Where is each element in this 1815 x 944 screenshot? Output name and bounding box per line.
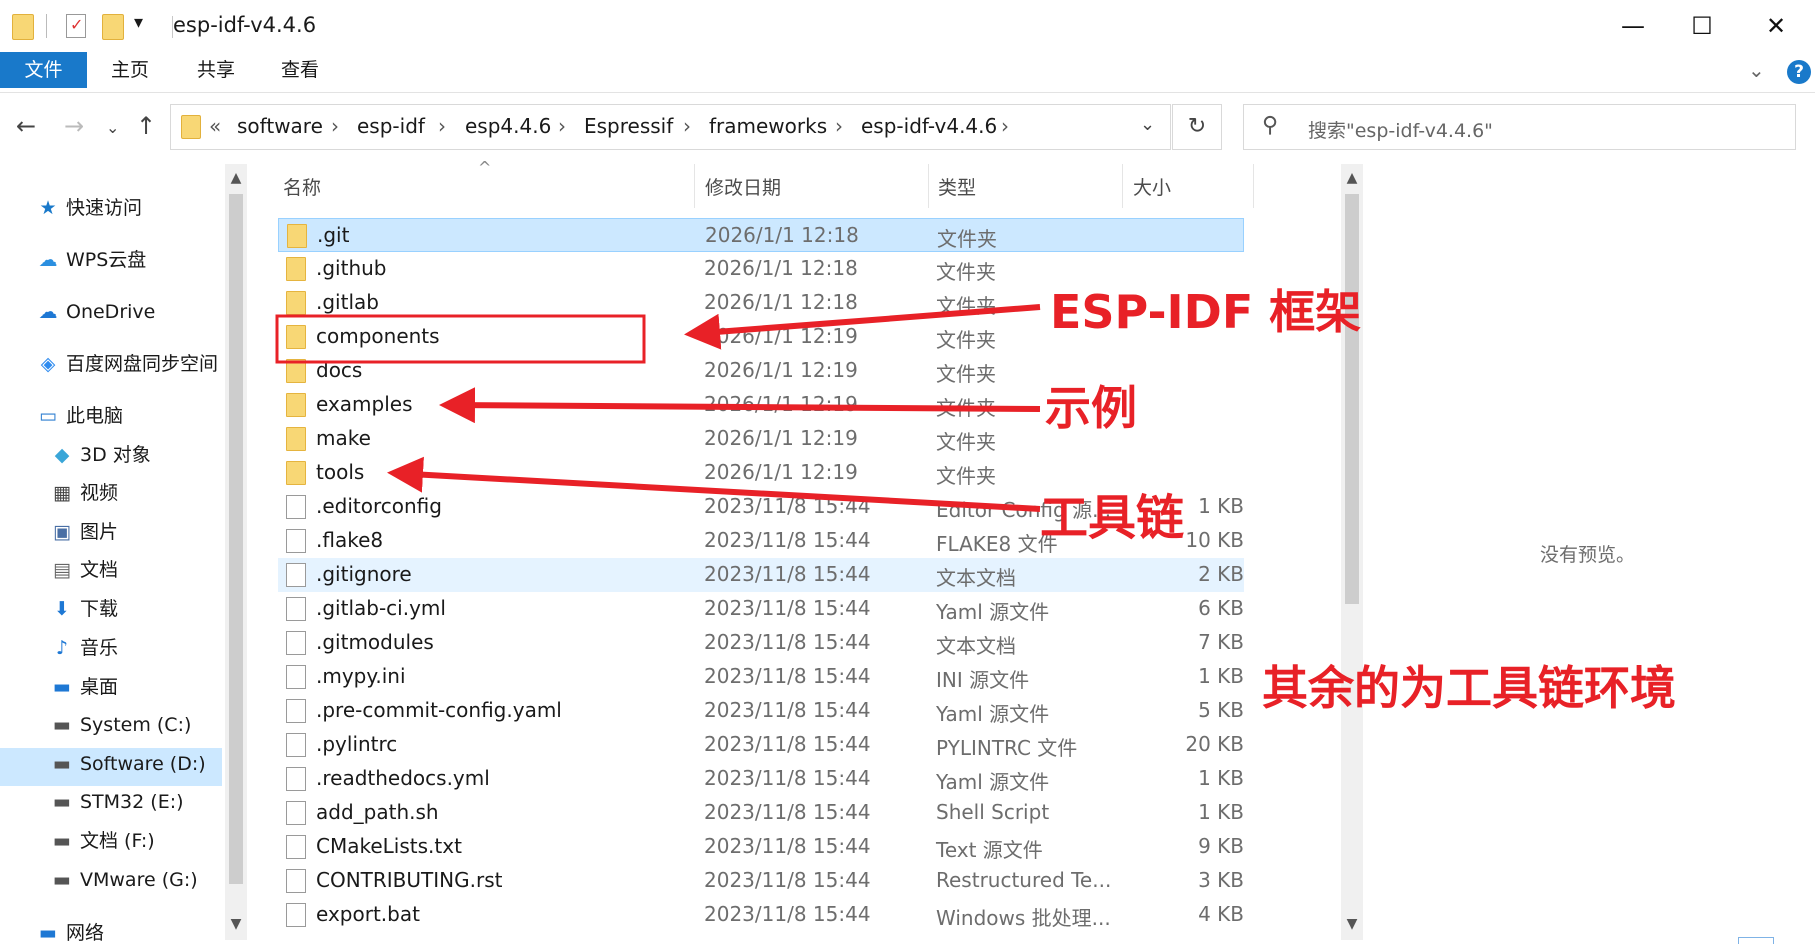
annotation-framework: ESP-IDF 框架 [1050,285,1362,339]
annotation-rest: 其余的为工具链环境 [1262,661,1676,715]
annotation-examples: 示例 [1045,381,1137,435]
annotation-arrow [439,387,1041,424]
annotation-arrow [387,456,1041,512]
highlight-box [275,314,646,364]
annotation-toolchain: 工具链 [1040,490,1185,546]
annotation-arrow [684,304,1041,350]
annotation-overlay [275,304,1041,512]
